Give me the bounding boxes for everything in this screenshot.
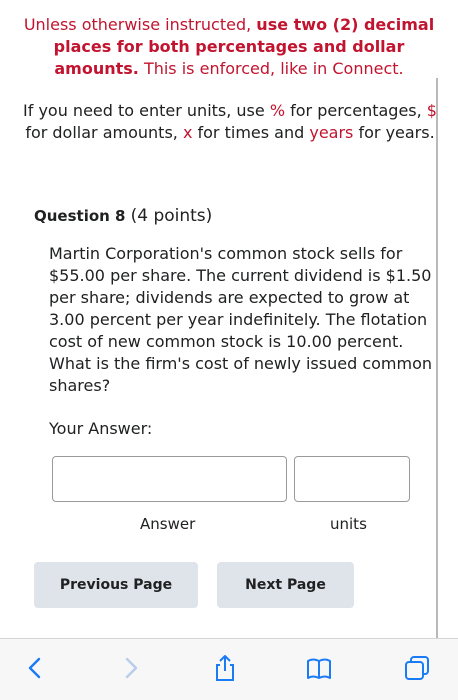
question-points: (4 points) (130, 206, 213, 226)
units-help-text: If you need to enter units, use (23, 101, 270, 120)
times-unit: x (182, 123, 193, 142)
scrollbar[interactable] (436, 78, 438, 638)
units-help-text: for dollar amounts, (25, 123, 183, 142)
years-unit: years (309, 123, 354, 142)
question-number: Question 8 (34, 207, 126, 225)
units-input[interactable] (294, 456, 410, 502)
units-help-text: for times and (192, 123, 310, 142)
units-help: If you need to enter units, use % for pe… (22, 100, 438, 144)
share-icon[interactable] (210, 653, 240, 683)
tabs-icon[interactable] (402, 653, 432, 683)
your-answer-label: Your Answer: (49, 419, 153, 438)
instructions-prefix: Unless otherwise instructed, (23, 15, 257, 34)
units-help-text: for years. (353, 123, 435, 142)
previous-page-button[interactable]: Previous Page (34, 562, 198, 608)
question-text: Martin Corporation's common stock sells … (49, 244, 433, 395)
instructions-notice: Unless otherwise instructed, use two (2)… (20, 14, 438, 80)
bookmarks-icon[interactable] (304, 653, 334, 683)
answer-input[interactable] (52, 456, 287, 502)
units-help-text: for percentages, (285, 101, 427, 120)
instructions-suffix: This is enforced, like in Connect. (138, 59, 404, 78)
answer-field-label: Answer (140, 515, 196, 533)
percent-unit: % (269, 101, 286, 120)
back-icon[interactable] (20, 653, 50, 683)
next-page-button[interactable]: Next Page (217, 562, 354, 608)
question-title: Question 8 (4 points) (34, 205, 212, 227)
browser-toolbar (0, 638, 458, 700)
units-field-label: units (330, 515, 367, 533)
forward-icon[interactable] (116, 653, 146, 683)
